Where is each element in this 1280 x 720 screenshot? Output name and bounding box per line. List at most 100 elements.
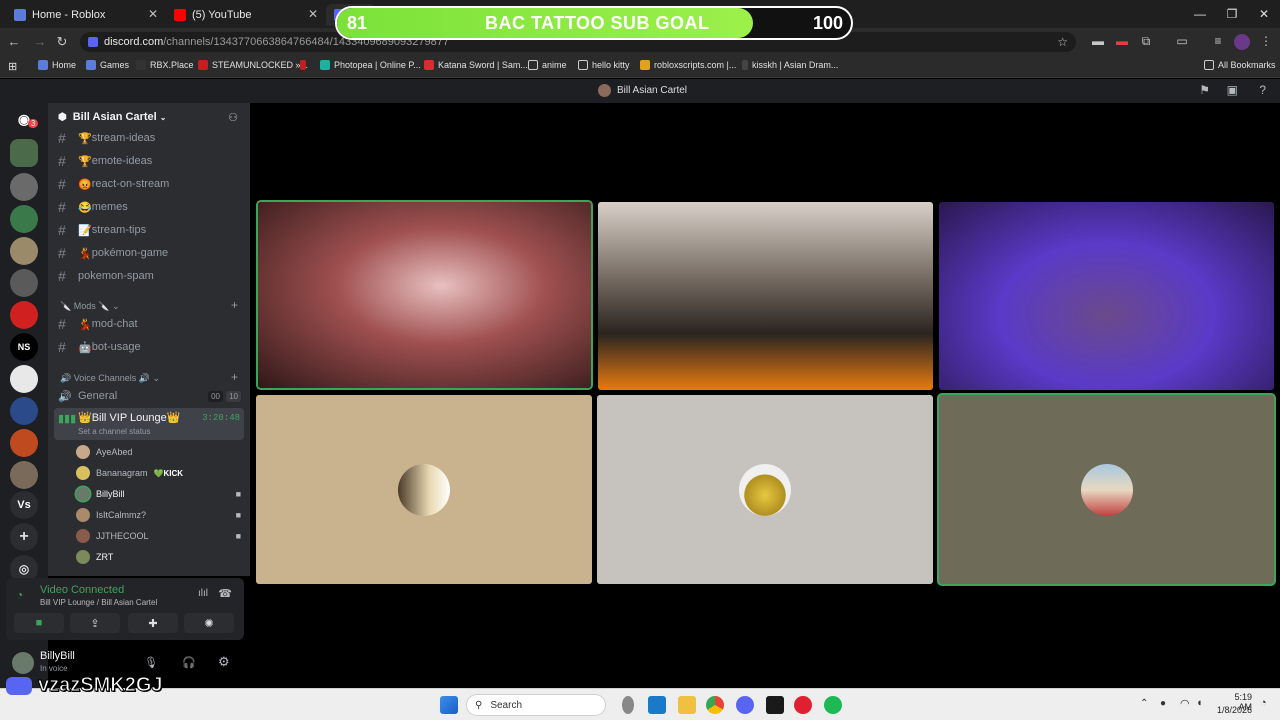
maximize-icon[interactable]: ❐ — [1216, 0, 1248, 28]
bookmark-item[interactable]: Games — [86, 60, 129, 70]
bookmark-star-icon[interactable]: ☆ — [1057, 35, 1068, 49]
back-icon[interactable]: ← — [6, 34, 22, 49]
microphone-icon[interactable]: 🎙 — [144, 656, 158, 669]
soundboard-button[interactable]: ✺ — [184, 613, 234, 633]
disconnect-icon[interactable]: ☎ — [218, 587, 232, 600]
channel-pokemon-game[interactable]: # 💃 pokémon-game — [58, 244, 168, 262]
mic-tray-icon[interactable]: ● — [1160, 698, 1166, 709]
noise-suppression-icon[interactable]: ılıl — [198, 588, 208, 599]
avatar-tile[interactable] — [597, 395, 933, 584]
profile-avatar[interactable] — [1234, 34, 1250, 50]
add-server-icon[interactable]: + — [10, 523, 38, 551]
server-icon[interactable] — [10, 173, 38, 201]
channel-react-on-stream[interactable]: # 😡 react-on-stream — [58, 175, 169, 193]
opera-icon[interactable] — [794, 696, 812, 714]
tab-roblox[interactable]: Home - Roblox ✕ — [6, 4, 164, 26]
bookmark-item[interactable]: robloxscripts.com |... — [640, 60, 736, 70]
tray-chevron-icon[interactable]: ⌃ — [1140, 698, 1148, 709]
help-icon[interactable]: ? — [1259, 83, 1266, 97]
headphones-icon[interactable]: 🎧 — [182, 656, 196, 669]
server-icon[interactable] — [10, 429, 38, 457]
forward-icon[interactable]: → — [32, 34, 48, 49]
close-tab-icon[interactable]: ✕ — [308, 7, 318, 21]
extension-icon[interactable]: ▬ — [1090, 34, 1106, 50]
app-icon[interactable] — [648, 696, 666, 714]
settings-gear-icon[interactable]: ⚙ — [218, 654, 230, 670]
bookmark-item[interactable]: STEAMUNLOCKED »... — [198, 60, 308, 70]
all-bookmarks[interactable]: All Bookmarks — [1204, 60, 1276, 70]
channel-memes[interactable]: # 😂 memes — [58, 198, 128, 216]
reading-list-icon[interactable]: ≡ — [1210, 34, 1226, 50]
camera-toggle-button[interactable]: ■ — [14, 613, 64, 633]
minimize-icon[interactable]: — — [1184, 0, 1216, 28]
bookmark-item[interactable]: RBX.Place — [136, 60, 194, 70]
server-icon[interactable] — [10, 397, 38, 425]
vc-location[interactable]: Bill VIP Lounge / Bill Asian Cartel — [40, 598, 157, 607]
activities-button[interactable]: ✚ — [128, 613, 178, 633]
notification-bell-icon[interactable]: ◔ — [1260, 697, 1267, 709]
close-tab-icon[interactable]: ✕ — [148, 7, 158, 21]
video-tile[interactable] — [598, 202, 933, 390]
spotify-icon[interactable] — [824, 696, 842, 714]
server-icon[interactable] — [10, 365, 38, 393]
server-icon[interactable]: Vs — [10, 491, 38, 519]
server-icon[interactable] — [10, 461, 38, 489]
avatar-tile[interactable] — [939, 395, 1274, 584]
tab-youtube[interactable]: (5) YouTube ✕ — [166, 4, 324, 26]
reload-icon[interactable]: ↻ — [54, 34, 70, 50]
server-icon[interactable] — [10, 237, 38, 265]
server-icon[interactable] — [10, 205, 38, 233]
channel-stream-tips[interactable]: # 📝 stream-tips — [58, 221, 146, 239]
bookmark-item[interactable]: Home — [38, 60, 76, 70]
server-icon[interactable] — [10, 301, 38, 329]
bookmark-folder[interactable]: hello kitty — [578, 60, 630, 70]
video-tile[interactable] — [258, 202, 591, 388]
bookmark-item[interactable] — [300, 60, 310, 70]
screen-share-button[interactable]: ⇪ — [70, 613, 120, 633]
taskbar-search[interactable]: ⚲ Search — [466, 694, 606, 716]
voice-user[interactable]: IsItCalmmz? ■ — [76, 506, 241, 524]
bookmark-item[interactable]: kisskh | Asian Dram... — [742, 60, 838, 70]
server-icon[interactable] — [10, 139, 38, 167]
menu-kebab-icon[interactable]: ⋮ — [1258, 34, 1274, 50]
bookmark-item[interactable]: Photopea | Online P... — [320, 60, 421, 70]
invite-people-icon[interactable]: ⚇ — [228, 111, 238, 124]
channel-emote-ideas[interactable]: # 🏆 emote-ideas — [58, 152, 152, 170]
voice-channel-general[interactable]: 🔊 General 00 10 — [58, 387, 243, 405]
app-icon[interactable] — [766, 696, 784, 714]
wifi-icon[interactable]: ◠ — [1180, 697, 1190, 710]
discord-app-icon[interactable] — [736, 696, 754, 714]
voice-user[interactable]: ZRT — [76, 548, 241, 566]
flag-icon[interactable]: ⚑ — [1199, 83, 1210, 97]
server-icon[interactable]: NS — [10, 333, 38, 361]
server-icon[interactable] — [10, 269, 38, 297]
voice-user[interactable]: BillyBill ■ — [76, 485, 241, 503]
avatar[interactable] — [12, 652, 34, 674]
site-info-icon[interactable] — [88, 37, 98, 47]
avatar-tile[interactable] — [256, 395, 592, 584]
extension-red-icon[interactable]: ▬ — [1114, 34, 1130, 50]
close-window-icon[interactable]: ✕ — [1248, 0, 1280, 28]
apps-grid-icon[interactable]: ⊞ — [8, 60, 17, 73]
task-view-icon[interactable] — [622, 696, 634, 714]
channel-status[interactable]: Set a channel status — [78, 427, 151, 436]
channel-bot-usage[interactable]: # 🤖 bot-usage — [58, 338, 141, 356]
video-tile[interactable] — [939, 202, 1274, 390]
category-voice[interactable]: 🔊 Voice Channels 🔊 ⌄ — [60, 373, 160, 384]
chrome-icon[interactable] — [706, 696, 724, 714]
voice-user[interactable]: JJTHECOOL ■ — [76, 527, 241, 545]
extensions-puzzle-icon[interactable]: ⧉ — [1138, 34, 1154, 50]
bookmark-item[interactable]: Katana Sword | Sam... — [424, 60, 528, 70]
add-channel-icon[interactable]: + — [231, 298, 238, 312]
start-windows-icon[interactable] — [440, 696, 458, 714]
file-explorer-icon[interactable] — [678, 696, 696, 714]
inbox-icon[interactable]: ▣ — [1227, 83, 1238, 97]
voice-channel-vip-lounge[interactable]: ▮▮▮ 👑Bill VIP Lounge👑 3:20:48 Set a chan… — [54, 408, 244, 440]
clock-date[interactable]: 1/8/2026 — [1216, 705, 1252, 715]
volume-icon[interactable]: ◖ — [1196, 697, 1203, 709]
voice-user[interactable]: Bananagram 💚KICK — [76, 464, 241, 482]
bookmark-folder[interactable]: anime — [528, 60, 567, 70]
server-header[interactable]: ⬢ Bill Asian Cartel ⌄ — [58, 111, 166, 123]
add-channel-icon[interactable]: + — [231, 370, 238, 384]
voice-user[interactable]: AyeAbed — [76, 443, 241, 461]
